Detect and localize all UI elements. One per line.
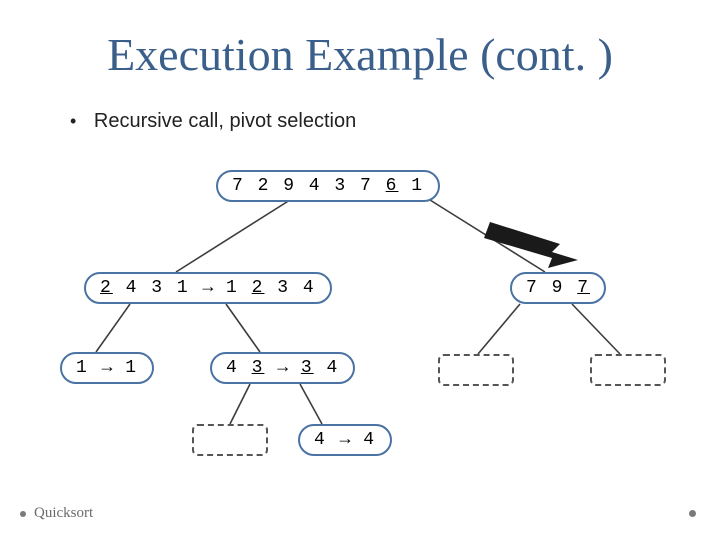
leaf-1-2: 4 3 → 3 4	[210, 352, 355, 384]
footer-dot-right	[689, 510, 696, 517]
left-child-node: 2 4 3 1 → 1 2 3 4	[84, 272, 332, 304]
footer-dot-left	[20, 511, 26, 517]
root-node: 7 2 9 4 3 7 6 1	[216, 170, 440, 202]
placeholder-box	[438, 354, 514, 386]
leaf-1-1: 1 → 1	[60, 352, 154, 384]
right-child-node: 7 9 7	[510, 272, 606, 304]
slide-title: Execution Example (cont. )	[0, 28, 720, 81]
bullet-text: Recursive call, pivot selection	[94, 110, 356, 132]
placeholder-box	[590, 354, 666, 386]
bullet-dot: •	[70, 111, 76, 132]
leaf-deep: 4 → 4	[298, 424, 392, 456]
footer-text: Quicksort	[34, 505, 93, 522]
bullet-line: • Recursive call, pivot selection	[70, 110, 356, 133]
tree-connectors	[0, 0, 720, 540]
placeholder-box	[192, 424, 268, 456]
